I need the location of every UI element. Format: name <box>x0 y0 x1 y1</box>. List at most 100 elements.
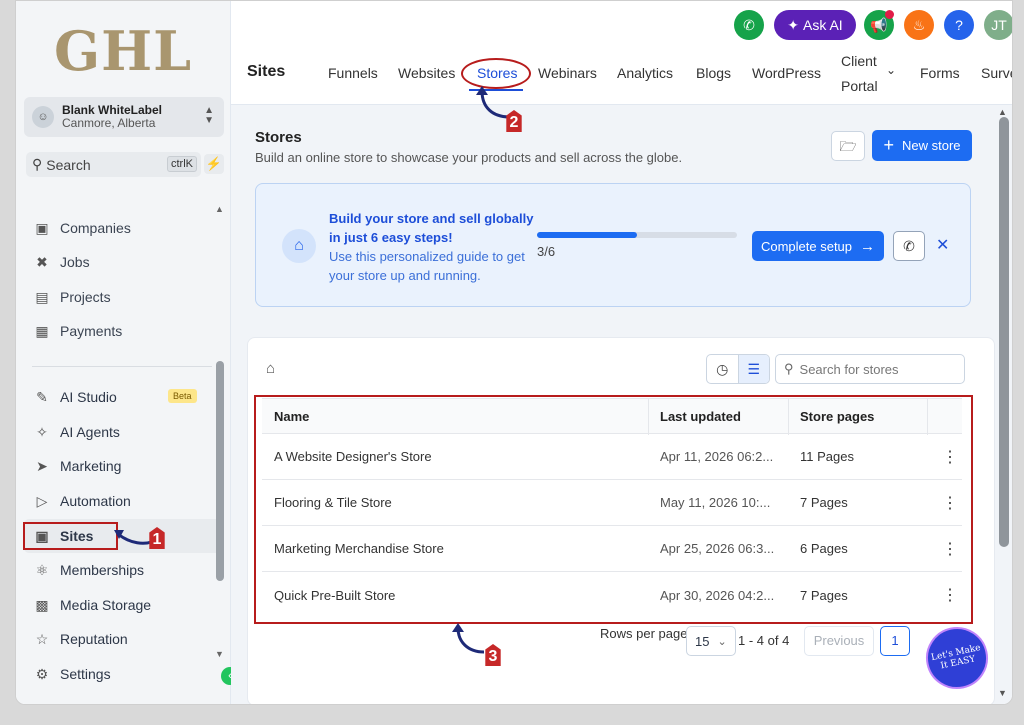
sidebar-item-reputation[interactable]: ☆ Reputation <box>32 628 128 650</box>
scroll-up-icon[interactable]: ▲ <box>998 107 1007 117</box>
briefcase-icon: ▤ <box>35 288 49 305</box>
sidebar-item-media-storage[interactable]: ▩ Media Storage <box>32 594 151 616</box>
sparkle-icon: ✧ <box>36 423 48 440</box>
page-subtitle: Build an online store to showcase your p… <box>255 150 683 165</box>
search-icon: ⚲ <box>32 156 43 172</box>
ai-studio-icon: ✎ <box>36 388 48 405</box>
sidebar-item-ai-agents[interactable]: ✧ AI Agents <box>32 421 120 443</box>
tab-blogs[interactable]: Blogs <box>696 65 731 81</box>
tab-webinars[interactable]: Webinars <box>538 65 597 81</box>
page-number-button[interactable]: 1 <box>880 626 910 656</box>
main-scrollbar[interactable] <box>999 117 1009 547</box>
sidebar-item-label: Automation <box>60 493 131 509</box>
sidebar-item-marketing[interactable]: ➤ Marketing <box>32 455 121 477</box>
sidebar-item-memberships[interactable]: ⚛ Memberships <box>32 559 144 581</box>
scroll-down-icon[interactable]: ▼ <box>998 688 1007 698</box>
sidebar-item-settings[interactable]: ⚙ Settings <box>32 663 111 685</box>
list-view-icon[interactable]: ☰ <box>737 355 769 383</box>
chevron-down-icon[interactable]: ⌄ <box>886 63 896 77</box>
search-icon: ⚲ <box>784 361 794 376</box>
sidebar-item-label: Memberships <box>60 562 145 578</box>
scroll-up-icon[interactable]: ▲ <box>215 204 224 214</box>
star-icon: ☆ <box>35 630 49 647</box>
store-icon: ⌂ <box>282 229 316 263</box>
tab-funnels[interactable]: Funnels <box>328 65 378 81</box>
sidebar-item-payments[interactable]: ▦ Payments <box>32 320 122 342</box>
plus-icon: + <box>883 135 894 155</box>
account-location: Canmore, Alberta <box>62 116 156 130</box>
sidebar-item-label: Jobs <box>60 254 90 270</box>
send-icon: ➤ <box>36 457 48 474</box>
gear-icon: ⚙ <box>35 665 49 682</box>
close-icon[interactable]: ✕ <box>936 235 949 255</box>
folder-button[interactable]: 🗁 <box>831 131 865 161</box>
setup-description: Use this personalized guide to get your … <box>329 249 525 283</box>
tab-client-portal-line2[interactable]: Portal <box>841 78 878 94</box>
account-switcher[interactable]: ☺ Blank WhiteLabel Canmore, Alberta ▲ ▼ <box>24 97 224 137</box>
store-search-input[interactable]: ⚲ Search for stores <box>775 354 965 384</box>
sparkle-icon: ✦ <box>787 16 800 33</box>
sidebar-item-label: Companies <box>60 220 131 236</box>
tab-analytics[interactable]: Analytics <box>617 65 673 81</box>
help-button[interactable]: ? <box>944 10 974 40</box>
page-range: 1 - 4 of 4 <box>738 633 790 648</box>
sidebar-item-label: AI Agents <box>60 424 120 440</box>
complete-setup-button[interactable]: Complete setup → <box>752 231 884 261</box>
page-title: Stores <box>255 129 302 146</box>
tab-websites[interactable]: Websites <box>398 65 455 81</box>
chevron-down-icon: ⌄ <box>717 635 727 648</box>
ask-ai-button[interactable]: ✦ Ask AI <box>774 10 856 40</box>
badge-icon: ⚛ <box>35 561 49 578</box>
section-title: Sites <box>247 63 286 80</box>
bell-icon[interactable]: ♨ <box>904 10 934 40</box>
sidebar-item-projects[interactable]: ▤ Projects <box>32 286 110 308</box>
setup-progress-fill <box>537 232 637 238</box>
complete-setup-label: Complete setup <box>760 238 853 254</box>
sidebar-item-label: Media Storage <box>60 597 152 613</box>
image-icon: ▩ <box>35 596 49 613</box>
shortcut-badge: ctrlK <box>167 156 197 172</box>
sidebar-item-automation[interactable]: ▷ Automation <box>32 490 131 512</box>
sidebar-item-ai-studio[interactable]: ✎ AI Studio <box>32 386 117 408</box>
tab-surveys[interactable]: Surveys <box>981 65 1012 81</box>
new-store-button[interactable]: + New store <box>872 130 972 161</box>
callout-box-table <box>254 395 973 624</box>
tab-wordpress[interactable]: WordPress <box>752 65 821 81</box>
ask-ai-label: Ask AI <box>803 17 843 33</box>
tab-client-portal-line1[interactable]: Client <box>841 53 877 69</box>
new-store-label: New store <box>901 138 961 153</box>
search-button[interactable]: ⚲ Search ctrlK <box>26 152 201 177</box>
user-icon: ☺ <box>32 106 54 128</box>
building-icon: ▣ <box>35 219 49 236</box>
phone-icon[interactable]: ✆ <box>734 10 764 40</box>
rows-per-page-select[interactable]: 15 ⌄ <box>686 626 736 656</box>
notification-dot <box>885 10 894 19</box>
quick-actions-bolt-icon[interactable]: ⚡ <box>204 154 224 174</box>
sidebar-item-companies[interactable]: ▣ Companies <box>32 217 131 239</box>
scroll-down-icon[interactable]: ▼ <box>215 649 224 659</box>
setup-title: Build your store and sell globally in ju… <box>329 211 534 245</box>
user-avatar[interactable]: JT <box>984 10 1012 40</box>
tools-icon: ✖ <box>36 253 48 270</box>
sidebar-item-label: Marketing <box>60 458 122 474</box>
rows-per-page-value: 15 <box>695 633 710 649</box>
sidebar-item-label: Settings <box>60 666 111 682</box>
search-placeholder: Search for stores <box>799 361 899 377</box>
beta-badge: Beta <box>168 389 197 403</box>
view-toggle[interactable]: ◷ ☰ <box>706 354 770 384</box>
setup-guide-card: ⌂ Build your store and sell globally in … <box>255 183 971 307</box>
rows-per-page-label: Rows per page <box>600 626 688 641</box>
clock-icon[interactable]: ◷ <box>707 355 738 383</box>
sidebar-item-jobs[interactable]: ✖ Jobs <box>32 251 90 273</box>
sidebar-scrollbar[interactable] <box>216 361 224 581</box>
call-support-button[interactable]: ✆ <box>893 231 925 261</box>
search-label: Search <box>46 156 91 173</box>
tab-forms[interactable]: Forms <box>920 65 960 81</box>
invoice-icon: ▦ <box>35 322 49 339</box>
phone-icon: ✆ <box>903 238 915 254</box>
callout-box-sites <box>23 522 118 550</box>
home-icon[interactable]: ⌂ <box>266 360 275 377</box>
sidebar: GHL ☺ Blank WhiteLabel Canmore, Alberta … <box>16 1 231 704</box>
arrow-right-icon: → <box>860 237 876 255</box>
previous-page-button[interactable]: Previous <box>804 626 874 656</box>
